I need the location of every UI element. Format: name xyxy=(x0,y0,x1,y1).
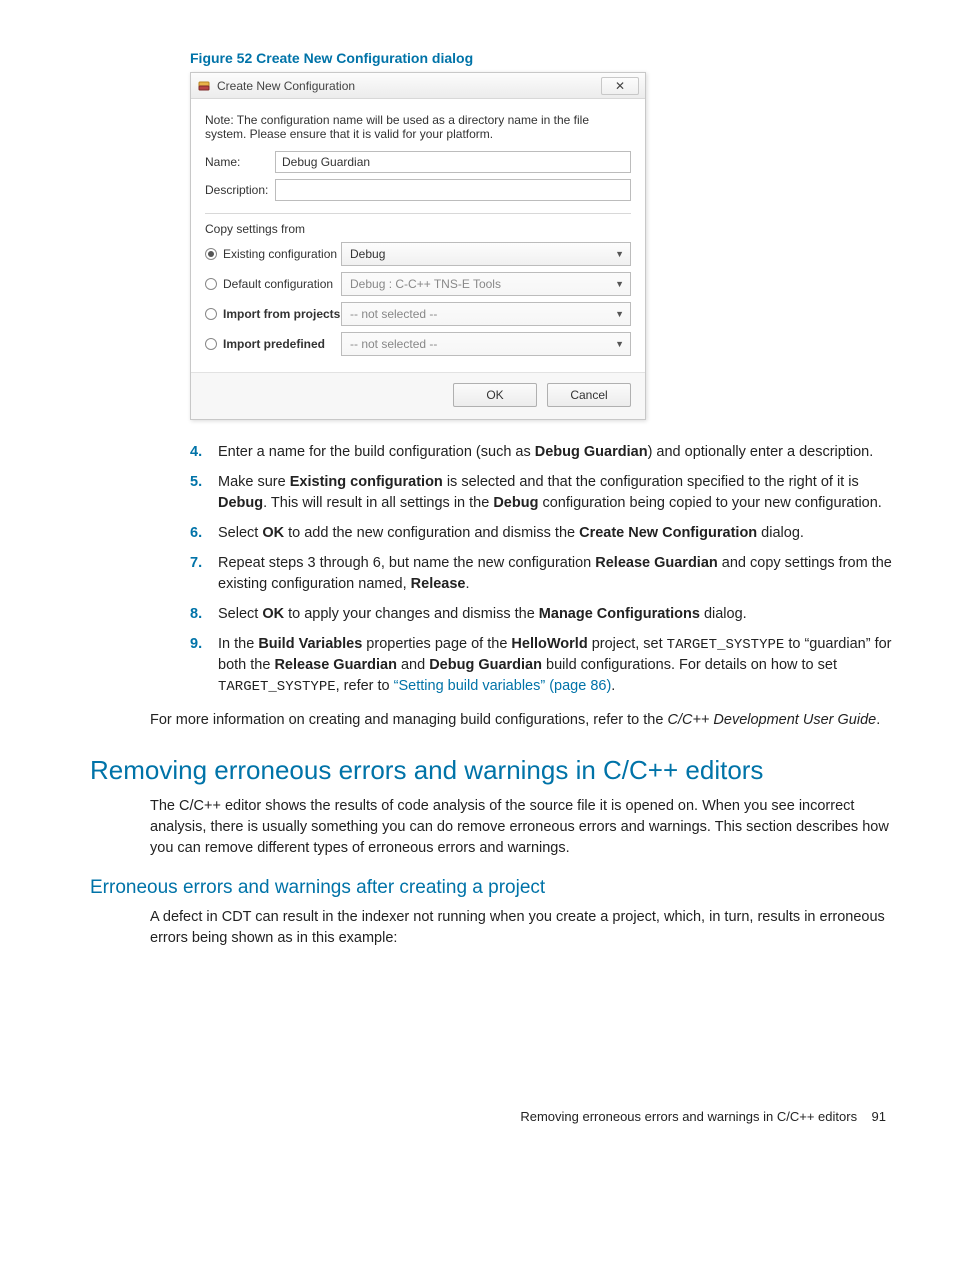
radio-label: Import predefined xyxy=(223,337,341,351)
step-number: 5. xyxy=(190,472,218,514)
create-new-configuration-dialog: Create New Configuration ✕ Note: The con… xyxy=(190,72,646,420)
step-text: Enter a name for the build configuration… xyxy=(218,442,894,463)
ok-button[interactable]: OK xyxy=(453,383,537,407)
dropdown-value: -- not selected -- xyxy=(350,337,615,351)
radio-import-projects[interactable]: Import from projects -- not selected -- … xyxy=(205,302,631,326)
step-number: 4. xyxy=(190,442,218,463)
dialog-titlebar: Create New Configuration ✕ xyxy=(191,73,645,99)
close-button[interactable]: ✕ xyxy=(601,77,639,95)
chevron-down-icon: ▼ xyxy=(615,249,624,259)
chevron-down-icon: ▼ xyxy=(615,339,624,349)
dialog-note: Note: The configuration name will be use… xyxy=(205,113,631,141)
cancel-button[interactable]: Cancel xyxy=(547,383,631,407)
section-heading-removing-errors: Removing erroneous errors and warnings i… xyxy=(90,755,894,786)
name-label: Name: xyxy=(205,155,275,169)
dropdown-value: Debug xyxy=(350,247,615,261)
setting-build-variables-link[interactable]: “Setting build variables” (page 86) xyxy=(394,678,612,694)
disk-icon xyxy=(197,79,211,93)
radio-label: Existing configuration xyxy=(223,247,341,261)
divider xyxy=(205,213,631,214)
radio-icon xyxy=(205,338,217,350)
step-4: 4. Enter a name for the build configurat… xyxy=(190,442,894,463)
radio-default-config[interactable]: Default configuration Debug : C-C++ TNS-… xyxy=(205,272,631,296)
figure-caption: Figure 52 Create New Configuration dialo… xyxy=(190,50,894,66)
description-input[interactable] xyxy=(275,179,631,201)
dropdown-value: -- not selected -- xyxy=(350,307,615,321)
page-number: 91 xyxy=(872,1109,886,1124)
page-footer: Removing erroneous errors and warnings i… xyxy=(90,1109,894,1124)
step-number: 9. xyxy=(190,634,218,698)
step-text: Select OK to add the new configuration a… xyxy=(218,523,894,544)
chevron-down-icon: ▼ xyxy=(615,279,624,289)
step-6: 6. Select OK to add the new configuratio… xyxy=(190,523,894,544)
step-text: Select OK to apply your changes and dism… xyxy=(218,604,894,625)
radio-label: Import from projects xyxy=(223,307,341,321)
name-input[interactable]: Debug Guardian xyxy=(275,151,631,173)
copy-settings-label: Copy settings from xyxy=(205,222,631,236)
dialog-title: Create New Configuration xyxy=(217,79,601,93)
radio-import-predefined[interactable]: Import predefined -- not selected -- ▼ xyxy=(205,332,631,356)
step-number: 7. xyxy=(190,553,218,595)
step-number: 6. xyxy=(190,523,218,544)
dropdown-value: Debug : C-C++ TNS-E Tools xyxy=(350,277,615,291)
default-config-dropdown: Debug : C-C++ TNS-E Tools ▼ xyxy=(341,272,631,296)
radio-label: Default configuration xyxy=(223,277,341,291)
step-7: 7. Repeat steps 3 through 6, but name th… xyxy=(190,553,894,595)
step-9: 9. In the Build Variables properties pag… xyxy=(190,634,894,698)
subsection-heading-after-project: Erroneous errors and warnings after crea… xyxy=(90,877,894,899)
chevron-down-icon: ▼ xyxy=(615,309,624,319)
intro-paragraph: The C/C++ editor shows the results of co… xyxy=(150,796,894,859)
footer-text: Removing erroneous errors and warnings i… xyxy=(520,1109,857,1124)
description-label: Description: xyxy=(205,183,275,197)
existing-config-dropdown[interactable]: Debug ▼ xyxy=(341,242,631,266)
step-text: In the Build Variables properties page o… xyxy=(218,634,894,698)
step-number: 8. xyxy=(190,604,218,625)
step-text: Repeat steps 3 through 6, but name the n… xyxy=(218,553,894,595)
radio-icon xyxy=(205,278,217,290)
cdt-defect-paragraph: A defect in CDT can result in the indexe… xyxy=(150,907,894,949)
radio-icon xyxy=(205,248,217,260)
step-text: Make sure Existing configuration is sele… xyxy=(218,472,894,514)
import-projects-dropdown: -- not selected -- ▼ xyxy=(341,302,631,326)
import-predefined-dropdown: -- not selected -- ▼ xyxy=(341,332,631,356)
step-5: 5. Make sure Existing configuration is s… xyxy=(190,472,894,514)
close-icon: ✕ xyxy=(615,79,625,93)
radio-existing-config[interactable]: Existing configuration Debug ▼ xyxy=(205,242,631,266)
radio-icon xyxy=(205,308,217,320)
more-info-paragraph: For more information on creating and man… xyxy=(150,710,894,731)
step-8: 8. Select OK to apply your changes and d… xyxy=(190,604,894,625)
